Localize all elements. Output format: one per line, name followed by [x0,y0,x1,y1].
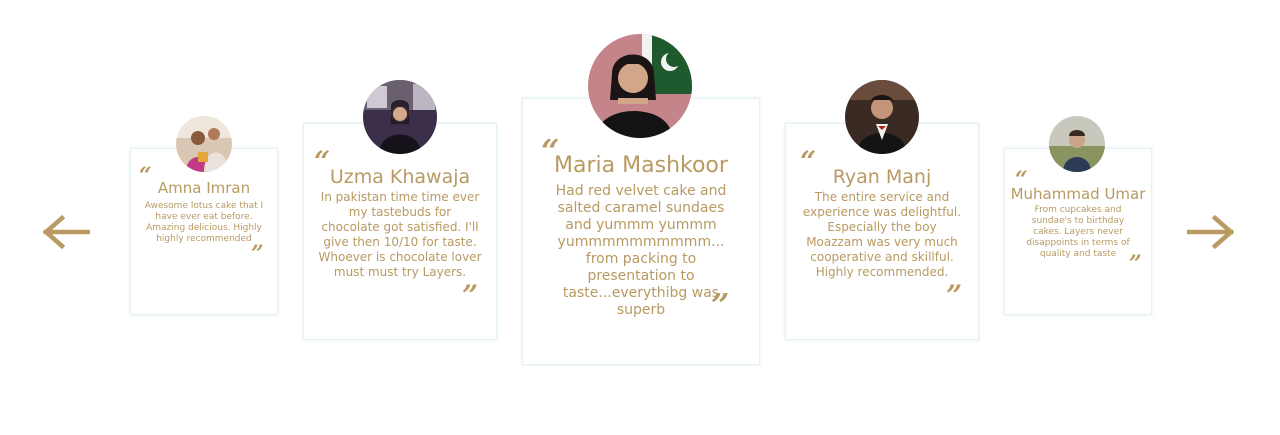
avatar [845,80,919,154]
testimonial-text: The entire service and experience was de… [802,190,962,279]
close-quote-icon: ” [711,286,730,324]
close-quote-icon: ” [946,279,963,312]
avatar [1049,116,1105,172]
testimonial-name: Amna Imran [157,179,251,197]
testimonial-name: Ryan Manj [832,166,932,188]
arrow-left-icon [42,214,90,250]
arrow-right-icon [1187,214,1235,250]
avatar [588,34,692,138]
testimonial-card-uzma-khawaja: “ Uzma Khawaja In pakistan time time eve… [303,123,497,340]
close-quote-icon: ” [462,279,479,312]
avatar [176,116,232,172]
testimonial-text: Had red velvet cake and salted caramel s… [555,183,727,318]
testimonial-card-muhammad-umar: “ Muhammad Umar From cupcakes and sundae… [1004,148,1152,315]
testimonial-card-ryan-manj: “ Ryan Manj The entire service and exper… [785,123,979,340]
testimonial-name: Maria Mashkoor [554,153,728,178]
testimonial-text: In pakistan time time ever my tastebuds … [318,190,482,279]
testimonial-card-maria-mashkoor: “ Maria Mashkoor Had red velvet cake and… [522,98,760,365]
testimonial-text: From cupcakes and sundae's to birthday c… [1026,205,1130,259]
testimonial-card-amna-imran: “ Amna Imran Awesome lotus cake that I h… [130,148,278,315]
close-quote-icon: ” [251,241,264,267]
testimonial-name: Uzma Khawaja [329,166,471,188]
carousel-next-button[interactable] [1187,212,1237,252]
carousel-prev-button[interactable] [40,212,90,252]
avatar [363,80,437,154]
testimonial-name: Muhammad Umar [1010,185,1146,203]
close-quote-icon: ” [1129,251,1142,277]
testimonial-text: Awesome lotus cake that I have ever eat … [144,201,264,244]
